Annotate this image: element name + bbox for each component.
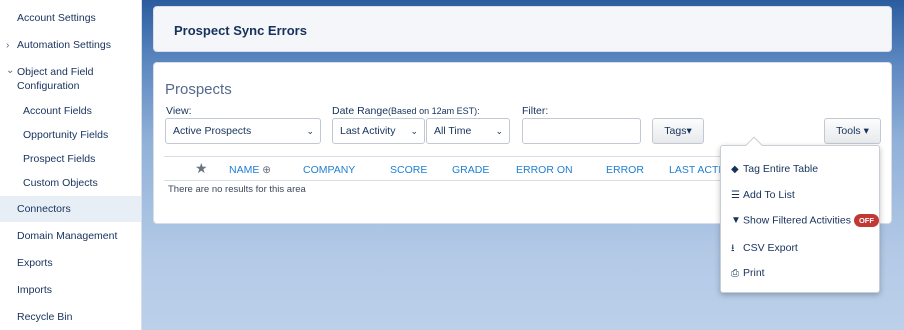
sidebar-item-prospect-fields[interactable]: Prospect Fields [0,153,141,167]
sidebar-item-label: Domain Management [17,230,118,242]
date-range-label-text: Date Range [332,105,389,117]
sidebar-item-label: Imports [17,284,53,296]
page-header: Prospect Sync Errors [153,6,892,52]
chevron-right-icon: › [6,40,10,51]
menu-item-label: Show Filtered Activities [743,214,851,227]
column-grade[interactable]: GRADE [452,164,489,176]
sidebar-item-label: Custom Objects [23,177,98,189]
tags-button[interactable]: Tags▾ [652,118,704,144]
chevron-down-icon: ⌄ [306,126,314,136]
chevron-down-icon: ⌄ [410,126,418,136]
sidebar-item-recycle-bin[interactable]: Recycle Bin [0,311,141,325]
off-toggle-badge[interactable]: OFF [853,214,879,227]
page-title: Prospect Sync Errors [174,23,307,38]
chevron-down-icon: ⌄ [495,126,503,136]
column-score[interactable]: SCORE [390,164,427,176]
sidebar-item-label: Automation Settings [17,39,111,51]
sidebar-item-custom-objects[interactable]: Custom Objects [0,177,141,191]
sidebar-item-account-fields[interactable]: Account Fields [0,105,141,119]
date-period-select[interactable]: All Time ⌄ [426,118,510,144]
sidebar: Account Settings › Automation Settings ⌄… [0,0,142,330]
section-title: Prospects [165,81,232,98]
sidebar-item-imports[interactable]: Imports [0,284,141,298]
column-company[interactable]: COMPANY [303,164,355,176]
menu-item-show-filtered-activities[interactable]: ▼ Show Filtered Activities OFF [731,214,879,227]
menu-item-label: Tag Entire Table [743,163,819,175]
column-name-label: NAME [229,164,260,176]
menu-item-label: CSV Export [743,242,798,254]
menu-item-tag-entire-table[interactable]: ◆ Tag Entire Table [731,163,818,175]
sidebar-item-label-line2: Configuration [17,80,80,92]
menu-item-label: Print [743,267,765,279]
date-period-value: All Time [434,125,472,137]
filter-label: Filter: [522,105,549,117]
date-range-label: Date Range(Based on 12am EST): [332,105,480,117]
sidebar-item-domain-management[interactable]: Domain Management [0,230,141,244]
tag-icon: ◆ [731,164,739,175]
date-range-note: (Based on 12am EST): [388,106,480,116]
sidebar-item-exports[interactable]: Exports [0,257,141,271]
tools-dropdown-menu: ◆ Tag Entire Table ☰ Add To List ▼ Show Fil… [720,145,880,293]
menu-item-label: Add To List [743,189,795,201]
sidebar-item-connectors[interactable]: Connectors [0,196,141,222]
chevron-down-icon: ⌄ [6,65,15,76]
sidebar-item-object-field-configuration[interactable]: ⌄ Object and Field Configuration [0,65,141,94]
sidebar-item-automation-settings[interactable]: › Automation Settings [0,39,141,53]
list-icon: ☰ [731,190,740,201]
sidebar-item-account-settings[interactable]: Account Settings [0,12,141,26]
menu-item-print[interactable]: ⎙ Print [731,267,765,279]
star-icon[interactable]: ★ [195,160,208,177]
column-error-on[interactable]: ERROR ON [516,164,573,176]
sidebar-item-label: Connectors [17,203,71,215]
column-name[interactable]: NAME ⊕ [229,164,271,176]
sidebar-item-label: Account Fields [23,105,92,117]
menu-item-csv-export[interactable]: ⭳ CSV Export [731,241,798,258]
sidebar-item-label: Exports [17,257,53,269]
view-label: View: [166,105,192,117]
download-icon: ⭳ [731,243,735,254]
view-select[interactable]: Active Prospects ⌄ [165,118,321,144]
sidebar-item-label: Object and Field [17,66,94,78]
filter-icon: ▼ [731,215,741,227]
print-icon: ⎙ [731,268,739,279]
tools-button[interactable]: Tools ▾ [824,118,881,144]
sidebar-item-label: Prospect Fields [23,153,96,165]
sidebar-item-label: Account Settings [17,12,96,24]
view-select-value: Active Prospects [173,125,252,137]
date-field-value: Last Activity [340,125,396,137]
plus-circle-icon[interactable]: ⊕ [262,164,271,176]
empty-message: There are no results for this area [168,184,306,195]
table-header: ★ NAME ⊕ COMPANY SCORE GRADE ERROR ON ER… [164,156,754,181]
column-error[interactable]: ERROR [606,164,644,176]
sidebar-item-label: Recycle Bin [17,311,73,323]
sidebar-item-opportunity-fields[interactable]: Opportunity Fields [0,129,141,143]
date-field-select[interactable]: Last Activity ⌄ [332,118,425,144]
sidebar-item-label: Opportunity Fields [23,129,109,141]
filter-input[interactable] [522,118,641,144]
menu-item-add-to-list[interactable]: ☰ Add To List [731,189,795,201]
